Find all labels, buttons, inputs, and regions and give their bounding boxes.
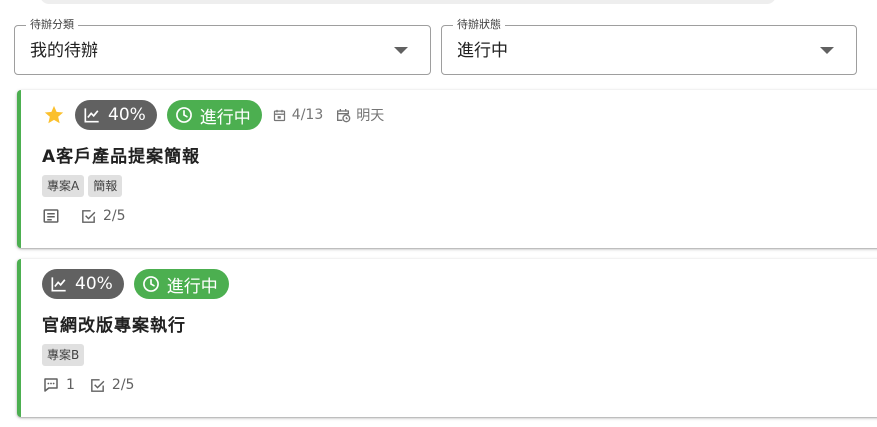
checkbox-icon [91, 378, 105, 392]
checkbox-icon [82, 209, 96, 223]
todo-card[interactable]: 40% 進行中 4/13 明天 A客戶產品提案簡報 專案A 簡報 2/5 [17, 90, 877, 248]
due-date: 明天 [335, 105, 384, 125]
status-value: 進行中 [199, 107, 251, 128]
progress-chip[interactable]: 40% [75, 100, 157, 130]
checklist-value: 2/5 [111, 377, 135, 393]
status-chip[interactable]: 進行中 [133, 269, 229, 299]
start-date-value: 4/13 [291, 107, 324, 123]
tag[interactable]: 簡報 [88, 175, 123, 197]
calendar-icon [273, 109, 285, 121]
trend-icon [51, 277, 66, 292]
start-date: 4/13 [272, 107, 323, 123]
tag[interactable]: 專案B [42, 344, 85, 366]
trend-icon [84, 108, 99, 123]
status-select[interactable]: 待辦狀態 進行中 [441, 18, 857, 75]
todo-title[interactable]: A客戶產品提案簡報 [42, 142, 200, 167]
comment-value: 1 [66, 377, 75, 393]
clock-icon [142, 276, 159, 292]
tag-list: 專案A 簡報 [42, 175, 126, 197]
todo-card-header: 40% 進行中 4/13 明天 [43, 100, 396, 130]
todo-title[interactable]: 官網改版專案執行 [42, 311, 186, 336]
tag-list: 專案B [42, 344, 88, 366]
category-select[interactable]: 待辦分類 我的待辦 [14, 18, 431, 75]
status-select-label: 待辦狀態 [453, 18, 505, 32]
search-bar-edge [40, 0, 776, 4]
progress-chip[interactable]: 40% [42, 269, 124, 299]
calendar-clock-icon [337, 109, 351, 123]
todo-footer: 2/5 [42, 207, 140, 225]
clock-icon [175, 107, 192, 123]
status-value: 進行中 [166, 276, 218, 297]
status-select-value: 進行中 [457, 41, 508, 61]
progress-value: 40% [75, 274, 113, 294]
status-chip[interactable]: 進行中 [166, 100, 262, 130]
checklist-value: 2/5 [103, 208, 126, 224]
todo-card[interactable]: 40% 進行中 官網改版專案執行 專案B 1 2/5 [17, 259, 877, 417]
progress-value: 40% [108, 105, 146, 125]
todo-footer: 1 2/5 [42, 376, 148, 394]
due-date-value: 明天 [356, 108, 385, 124]
chevron-down-icon [820, 47, 834, 54]
comment-count: 1 [42, 376, 75, 394]
checklist-count: 2/5 [80, 208, 126, 225]
notes-icon [43, 209, 59, 223]
todo-card-header: 40% 進行中 [42, 269, 239, 299]
category-select-label: 待辦分類 [26, 18, 78, 32]
chevron-down-icon [394, 47, 408, 54]
comment-icon [44, 378, 58, 392]
checklist-count: 2/5 [89, 377, 135, 394]
category-select-value: 我的待辦 [30, 41, 98, 61]
star-icon[interactable] [43, 104, 65, 126]
description-indicator [42, 207, 66, 225]
tag[interactable]: 專案A [42, 175, 85, 197]
